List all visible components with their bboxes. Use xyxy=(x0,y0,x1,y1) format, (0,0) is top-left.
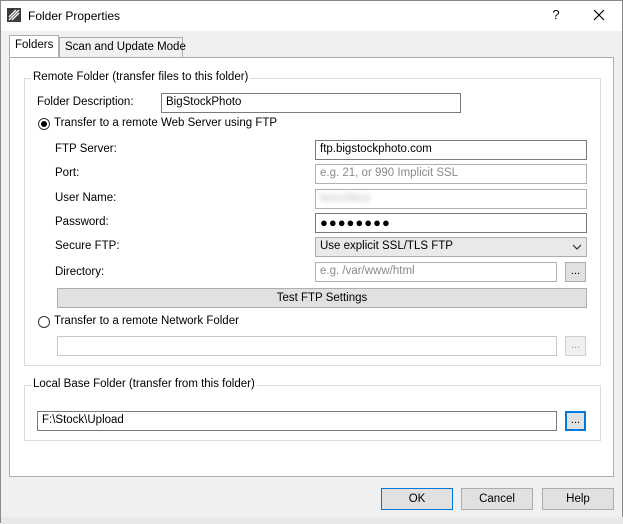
folder-description-input[interactable]: BigStockPhoto xyxy=(161,93,461,113)
close-icon[interactable] xyxy=(591,7,607,23)
network-folder-radio[interactable] xyxy=(38,316,50,328)
folders-tab-panel: Remote Folder (transfer files to this fo… xyxy=(9,57,614,477)
remote-folder-group: Remote Folder (transfer files to this fo… xyxy=(24,71,601,366)
chevron-down-icon xyxy=(572,244,582,250)
window-title: Folder Properties xyxy=(28,9,121,23)
network-folder-path-input[interactable] xyxy=(57,336,557,356)
remote-folder-group-title: Remote Folder (transfer files to this fo… xyxy=(31,71,251,83)
local-base-folder-group: Local Base Folder (transfer from this fo… xyxy=(24,378,601,441)
tab-scan-and-update-mode[interactable]: Scan and Update Mode xyxy=(59,37,186,57)
user-name-label: User Name: xyxy=(55,192,117,204)
directory-browse-button[interactable]: ... xyxy=(565,262,586,282)
cancel-button[interactable]: Cancel xyxy=(461,488,533,510)
ftp-server-input[interactable]: ftp.bigstockphoto.com xyxy=(315,140,587,160)
password-label: Password: xyxy=(55,216,109,228)
secure-ftp-label: Secure FTP: xyxy=(55,240,120,252)
user-name-input[interactable]: lancellazy xyxy=(315,189,587,209)
local-base-folder-browse-button[interactable]: ... xyxy=(565,411,586,431)
port-input[interactable]: e.g. 21, or 990 Implicit SSL xyxy=(315,164,587,184)
network-folder-radio-label[interactable]: Transfer to a remote Network Folder xyxy=(54,315,239,327)
network-folder-browse-button[interactable]: ... xyxy=(565,336,586,356)
port-label: Port: xyxy=(55,167,80,179)
folder-properties-dialog: Folder Properties ? Folders Scan and Upd… xyxy=(0,0,623,524)
user-name-value: lancellazy xyxy=(320,192,371,204)
local-base-folder-input[interactable]: F:\Stock\Upload xyxy=(37,411,557,431)
secure-ftp-value: Use explicit SSL/TLS FTP xyxy=(320,240,453,252)
ftp-radio-label[interactable]: Transfer to a remote Web Server using FT… xyxy=(54,117,277,129)
test-ftp-settings-button[interactable]: Test FTP Settings xyxy=(57,288,587,308)
tab-folders[interactable]: Folders xyxy=(9,35,59,57)
ftp-radio[interactable] xyxy=(38,118,50,130)
local-base-folder-group-title: Local Base Folder (transfer from this fo… xyxy=(31,378,257,390)
tab-folders-label: Folders xyxy=(15,39,54,51)
ok-button[interactable]: OK xyxy=(381,488,453,510)
tab-scan-label: Scan and Update Mode xyxy=(65,41,186,53)
password-input[interactable]: ●●●●●●●● xyxy=(315,213,587,233)
title-bar: Folder Properties ? xyxy=(1,1,622,31)
folder-description-label: Folder Description: xyxy=(37,96,134,108)
ftp-server-label: FTP Server: xyxy=(55,143,117,155)
help-button[interactable]: Help xyxy=(542,488,614,510)
app-icon xyxy=(7,8,21,22)
secure-ftp-select[interactable]: Use explicit SSL/TLS FTP xyxy=(315,237,587,257)
help-icon[interactable]: ? xyxy=(549,7,563,23)
directory-input[interactable]: e.g. /var/www/html xyxy=(315,262,557,282)
directory-label: Directory: xyxy=(55,266,105,278)
